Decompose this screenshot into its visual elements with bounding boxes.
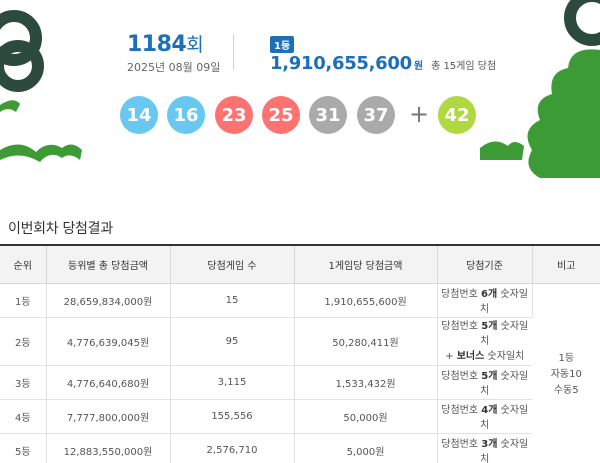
first-prize-unit: 원 [413,61,424,72]
ball-1: 14 [120,96,158,134]
cell-games: 2,576,710 [170,433,295,463]
ball-4: 25 [262,96,300,134]
table-header-row: 순위 등위별 총 당첨금액 당첨게임 수 1게임당 당첨금액 당첨기준 비고 [0,244,600,284]
cell-rank: 3등 [0,365,47,400]
section-title: 이번회차 당첨결과 [8,221,113,237]
cell-per-game: 5,000원 [294,433,438,463]
decor-right [480,0,600,179]
round-number: 1184 [127,32,187,57]
cell-rank: 1등 [0,283,47,318]
cell-total: 4,776,640,680원 [46,365,171,400]
cell-games: 95 [170,317,295,366]
header-games: 당첨게임 수 [170,244,295,284]
draw-date: 2025년 08월 09일 [127,61,221,74]
first-prize-winners: 총 15게임 당첨 [431,61,497,72]
table-row: 3등 4,776,640,680원 3,115 1,533,432원 당첨번호 … [0,365,600,400]
table-row: 5등 12,883,550,000원 2,576,710 5,000원 당첨번호… [0,433,600,463]
header-per-game: 1게임당 당첨금액 [294,244,438,284]
first-prize-amount: 1,910,655,600 [270,53,412,74]
round-suffix: 회 [186,34,204,56]
cell-per-game: 1,533,432원 [294,365,438,400]
cell-total: 28,659,834,000원 [46,283,171,318]
cell-per-game: 50,000원 [294,399,438,434]
cell-total: 4,776,639,045원 [46,317,171,366]
header-rank: 순위 [0,244,47,284]
cell-rank: 2등 [0,317,47,366]
plus-icon: + [409,100,430,128]
header-total: 등위별 총 당첨금액 [46,244,171,284]
cell-criteria: 당첨번호 6개 숫자일치 [437,283,533,318]
cell-rank: 4등 [0,399,47,434]
table-row: 2등 4,776,639,045원 95 50,280,411원 당첨번호 5개… [0,317,600,366]
decor-ring-bottom [0,40,44,92]
cell-games: 15 [170,283,295,318]
decor-cloud-left [0,144,82,162]
decor-ring-right [564,0,600,46]
remark-manual: 수동5 [553,385,579,396]
draw-header: 1184회 2025년 08월 09일 1등 1,910,655,600 원 총 1… [120,30,496,90]
remark-auto: 자동10 [550,369,582,380]
ball-5: 31 [309,96,347,134]
remark-rank: 1등 [558,353,575,364]
cell-criteria: 당첨번호 4개 숫자일치 [437,399,532,434]
cell-per-game: 1,910,655,600원 [294,283,438,318]
cell-games: 3,115 [170,365,295,400]
winning-numbers: 14 16 23 25 31 37 + 42 [120,96,490,136]
header-remark: 비고 [532,244,600,284]
table-row: 4등 7,777,800,000원 155,556 50,000원 당첨번호 4… [0,399,600,434]
cell-total: 7,777,800,000원 [46,399,171,434]
ball-2: 16 [167,96,205,134]
cell-rank: 5등 [0,433,47,463]
cell-criteria: 당첨번호 5개 숫자일치 [437,365,532,400]
decor-left [0,10,82,162]
bonus-ball: 42 [438,96,476,134]
first-prize-badge: 1등 [270,36,295,53]
cell-total: 12,883,550,000원 [46,433,171,463]
cell-criteria: 당첨번호 3개 숫자일치 [437,433,532,463]
decor-leaf [0,100,20,112]
first-prize-info: 1등 1,910,655,600 원 총 15게임 당첨 [270,34,500,74]
table-row: 1등 28,659,834,000원 15 1,910,655,600원 당첨번… [0,283,600,463]
results-table: 순위 등위별 총 당첨금액 당첨게임 수 1게임당 당첨금액 당첨기준 비고 1… [0,244,600,463]
ball-3: 23 [215,96,253,134]
decor-cloud-right [527,49,600,179]
decor-bush-right [480,141,524,160]
ball-6: 37 [357,96,395,134]
cell-games: 155,556 [170,399,295,434]
cell-remark: 1등 자동10 수동5 [532,283,600,463]
round-info: 1184회 2025년 08월 09일 [127,30,220,75]
header-divider [233,34,234,70]
header-criteria: 당첨기준 [437,244,533,284]
cell-criteria: 당첨번호 5개 숫자일치 + 보너스 숫자일치 [437,317,532,366]
cell-per-game: 50,280,411원 [294,317,438,366]
